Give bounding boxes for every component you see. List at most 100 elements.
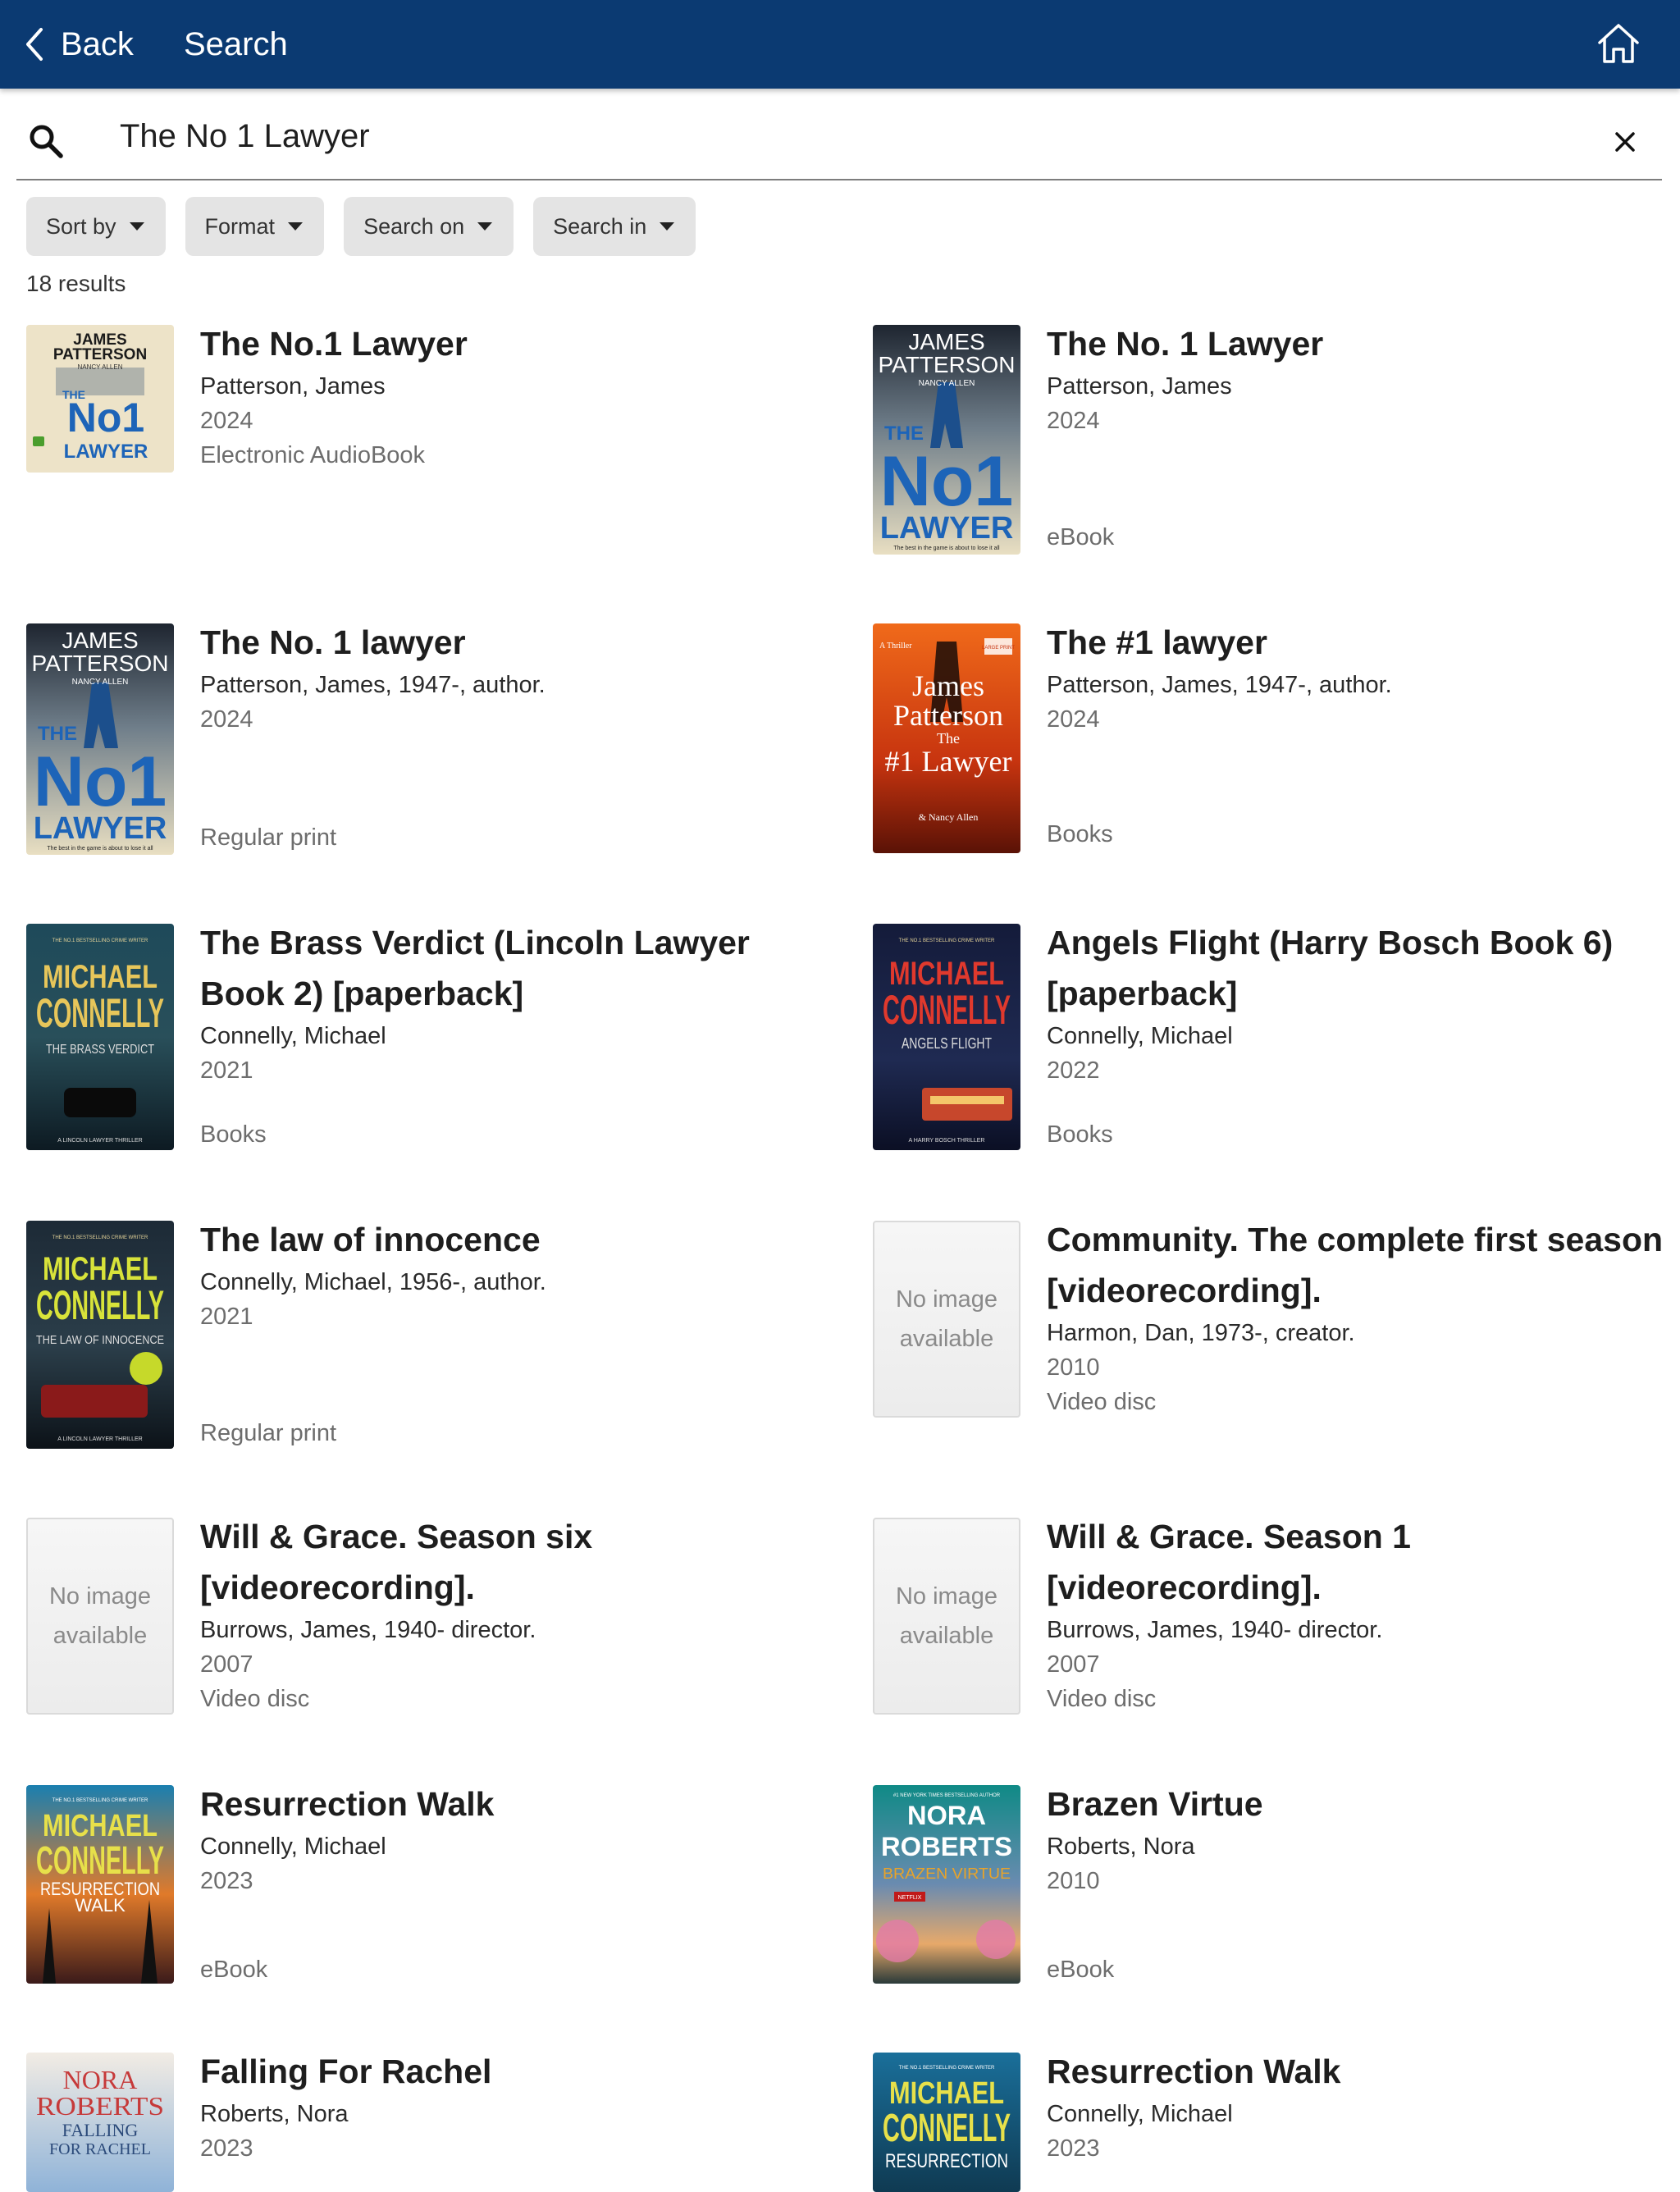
cover-coauthor: & Nancy Allen: [919, 811, 979, 823]
cover-title-line2: FOR RACHEL: [49, 2140, 151, 2158]
result-title[interactable]: Brazen Virtue: [1047, 1779, 1670, 1829]
result-author: Connelly, Michael: [1047, 2101, 1233, 2127]
search-in-dropdown[interactable]: Search in: [533, 197, 696, 256]
cover-tagline: The best in the game is about to lose it…: [47, 846, 153, 852]
book-cover: JAMES PATTERSON NANCY ALLEN THE No1 LAWY…: [26, 325, 174, 473]
cover-footer: A LINCOLN LAWYER THRILLER: [57, 1436, 142, 1442]
result-item[interactable]: THE NO.1 BESTSELLING CRIME WRITER MICHAE…: [26, 924, 814, 1162]
search-icon[interactable]: [28, 123, 64, 159]
cover-title: THE BRASS VERDICT: [46, 1043, 154, 1057]
book-cover: #1 NEW YORK TIMES BESTSELLING AUTHOR NOR…: [873, 1785, 1020, 1984]
result-format: eBook: [1047, 524, 1115, 550]
format-dropdown[interactable]: Format: [185, 197, 325, 256]
result-title[interactable]: Falling For Rachel: [200, 2046, 824, 2097]
result-meta: The No. 1 lawyer Patterson, James, 1947-…: [200, 623, 824, 737]
result-author: Connelly, Michael, 1956-, author.: [200, 1269, 546, 1295]
result-author: Connelly, Michael: [1047, 1023, 1233, 1049]
result-item[interactable]: JAMES PATTERSON NANCY ALLEN THE No1 LAWY…: [873, 325, 1660, 563]
result-item[interactable]: No image available Will & Grace. Season …: [26, 1518, 814, 1756]
cover-title: RESURRECTION: [885, 2150, 1008, 2172]
result-author: Patterson, James: [1047, 373, 1232, 400]
caret-down-icon: [477, 222, 493, 231]
result-title[interactable]: The No.1 Lawyer: [200, 318, 824, 369]
result-item[interactable]: NORA ROBERTS FALLING FOR RACHEL Falling …: [26, 2053, 814, 2192]
cover-author-last: ROBERTS: [881, 1832, 1012, 1861]
result-title[interactable]: The #1 lawyer: [1047, 617, 1670, 668]
result-title[interactable]: Resurrection Walk: [200, 1779, 824, 1829]
cover-author-last: PATTERSON: [53, 346, 147, 363]
cover-author-first: JAMES: [62, 628, 138, 653]
result-meta: The #1 lawyer Patterson, James, 1947-, a…: [1047, 623, 1670, 737]
result-count: 18 results: [26, 271, 126, 296]
cover-author-last: PATTERSON: [32, 651, 169, 676]
cover-subtitle: LAWYER: [64, 441, 148, 463]
result-author: Patterson, James, 1947-, author.: [1047, 672, 1392, 698]
result-meta: Brazen Virtue Roberts, Nora 2010: [1047, 1785, 1670, 1898]
result-year: 2024: [1047, 408, 1100, 434]
search-input[interactable]: [120, 112, 1514, 161]
cover-coauthor: NANCY ALLEN: [919, 379, 975, 388]
result-meta: Falling For Rachel Roberts, Nora 2023: [200, 2053, 824, 2166]
result-item[interactable]: #1 NEW YORK TIMES BESTSELLING AUTHOR NOR…: [873, 1785, 1660, 2023]
search-on-dropdown[interactable]: Search on: [344, 197, 514, 256]
result-item[interactable]: JAMES PATTERSON NANCY ALLEN THE No1 LAWY…: [26, 325, 814, 563]
result-item[interactable]: THE NO.1 BESTSELLING CRIME WRITER MICHAE…: [26, 1221, 814, 1459]
clear-search-icon[interactable]: [1611, 128, 1639, 156]
back-label: Back: [61, 25, 134, 62]
sort-by-dropdown[interactable]: Sort by: [26, 197, 166, 256]
result-year: 2007: [200, 1651, 253, 1678]
result-item[interactable]: No image available Will & Grace. Season …: [873, 1518, 1660, 1756]
result-item[interactable]: No image available Community. The comple…: [873, 1221, 1663, 1459]
home-icon[interactable]: [1593, 18, 1644, 69]
result-format: Regular print: [200, 1420, 337, 1446]
sort-by-label: Sort by: [46, 213, 116, 239]
result-year: 2010: [1047, 1868, 1100, 1894]
result-author: Connelly, Michael: [200, 1023, 386, 1049]
cover-title-line2: WALK: [75, 1895, 126, 1916]
result-item[interactable]: THE NO.1 BESTSELLING CRIME WRITER MICHAE…: [873, 924, 1660, 1162]
cover-badge: LARGE PRINT: [982, 646, 1015, 651]
result-year: 2024: [200, 408, 253, 434]
result-meta: The law of innocence Connelly, Michael, …: [200, 1221, 824, 1334]
result-item[interactable]: THE NO.1 BESTSELLING CRIME WRITER MICHAE…: [873, 2053, 1660, 2192]
cover-author-last: CONNELLY: [883, 987, 1011, 1033]
result-meta: Resurrection Walk Connelly, Michael 2023: [200, 1785, 824, 1898]
result-author: Patterson, James, 1947-, author.: [200, 672, 546, 698]
cover-author-last: CONNELLY: [36, 1282, 164, 1328]
result-item[interactable]: JAMES PATTERSON NANCY ALLEN THE No1 LAWY…: [26, 623, 814, 861]
cover-author-first: NORA: [907, 1801, 986, 1830]
cover-banner: THE NO.1 BESTSELLING CRIME WRITER: [52, 1798, 148, 1803]
cover-title: BRAZEN VIRTUE: [883, 1865, 1011, 1882]
result-title[interactable]: The No. 1 lawyer: [200, 617, 824, 668]
caret-down-icon: [660, 222, 675, 231]
result-title[interactable]: The No. 1 Lawyer: [1047, 318, 1670, 369]
book-cover: JAMES PATTERSON NANCY ALLEN THE No1 LAWY…: [873, 325, 1020, 555]
cover-author-first: NORA: [63, 2065, 138, 2094]
cover-subtitle: LAWYER: [880, 511, 1014, 546]
cover-author-last: PATTERSON: [879, 352, 1016, 377]
result-title[interactable]: Will & Grace. Season 1 [videorecording].: [1047, 1511, 1670, 1613]
cover-the: THE: [884, 422, 924, 445]
result-title[interactable]: Resurrection Walk: [1047, 2046, 1670, 2097]
cover-author-last: CONNELLY: [883, 2107, 1011, 2150]
back-button[interactable]: Back: [23, 0, 134, 89]
result-item[interactable]: THE NO.1 BESTSELLING CRIME WRITER MICHAE…: [26, 1785, 814, 2023]
result-year: 2021: [200, 1057, 253, 1084]
no-image-placeholder: No image available: [26, 1518, 174, 1715]
cover-the: The: [937, 730, 960, 747]
result-title[interactable]: Angels Flight (Harry Bosch Book 6) [pape…: [1047, 917, 1670, 1019]
result-meta: Will & Grace. Season six [videorecording…: [200, 1518, 824, 1716]
top-app-bar: Back Search: [0, 0, 1680, 89]
cover-coauthor: NANCY ALLEN: [72, 678, 129, 687]
result-title[interactable]: Will & Grace. Season six [videorecording…: [200, 1511, 824, 1613]
cover-author-first: James: [912, 669, 984, 702]
result-title[interactable]: The law of innocence: [200, 1214, 824, 1265]
cover-author-last: CONNELLY: [36, 1839, 164, 1883]
result-format: Books: [200, 1121, 267, 1148]
result-title[interactable]: The Brass Verdict (Lincoln Lawyer Book 2…: [200, 917, 824, 1019]
result-item[interactable]: A Thriller LARGE PRINT James Patterson T…: [873, 623, 1660, 861]
book-cover: THE NO.1 BESTSELLING CRIME WRITER MICHAE…: [26, 924, 174, 1150]
cover-author-last: CONNELLY: [36, 990, 164, 1036]
cover-badge: NETFLIX: [898, 1895, 922, 1901]
result-title[interactable]: Community. The complete first season [vi…: [1047, 1214, 1670, 1316]
